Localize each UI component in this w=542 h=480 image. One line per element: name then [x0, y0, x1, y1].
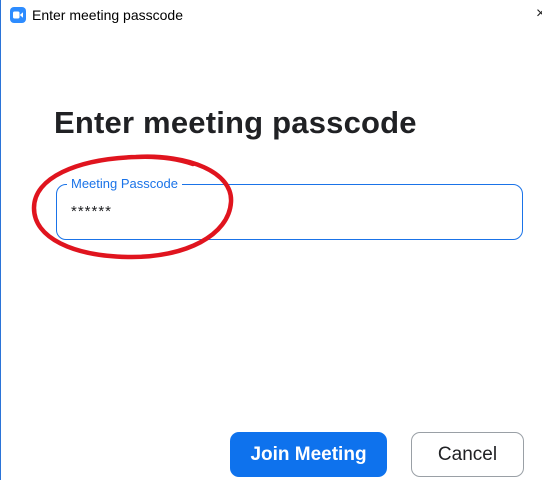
- passcode-field-label: Meeting Passcode: [67, 176, 182, 192]
- page-title: Enter meeting passcode: [54, 105, 417, 140]
- cancel-button[interactable]: Cancel: [411, 432, 524, 477]
- video-camera-glyph: [13, 11, 23, 19]
- passcode-field[interactable]: Meeting Passcode ******: [56, 176, 523, 240]
- zoom-video-icon: [10, 7, 26, 23]
- window-title: Enter meeting passcode: [32, 7, 183, 23]
- passcode-input[interactable]: ******: [71, 203, 112, 221]
- dialog-window: Enter meeting passcode × Enter meeting p…: [0, 0, 542, 480]
- title-bar: Enter meeting passcode ×: [1, 0, 542, 30]
- close-icon[interactable]: ×: [536, 6, 542, 22]
- join-meeting-button[interactable]: Join Meeting: [230, 432, 387, 477]
